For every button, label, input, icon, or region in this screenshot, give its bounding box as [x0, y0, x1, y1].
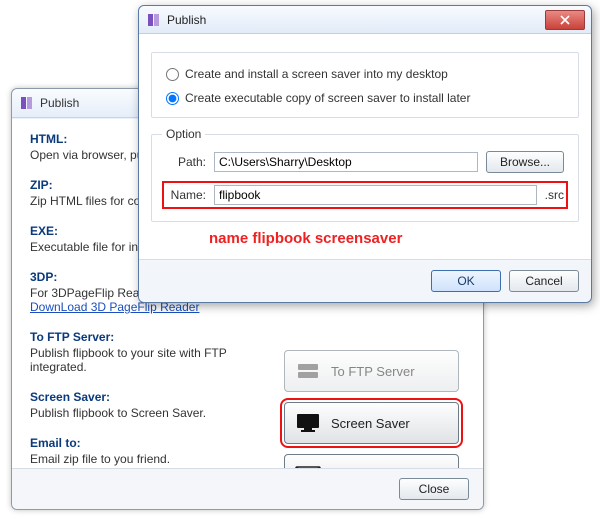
- option-desc: Email zip file to you friend.: [30, 452, 276, 466]
- option-email: Email to: Email zip file to you friend.: [30, 436, 276, 466]
- name-label: Name:: [166, 188, 206, 202]
- option-legend: Option: [162, 127, 205, 141]
- close-icon: [560, 15, 570, 25]
- option-title: Email to:: [30, 436, 276, 450]
- option-title: To FTP Server:: [30, 330, 276, 344]
- option-title: Screen Saver:: [30, 390, 276, 404]
- screen-saver-button[interactable]: Screen Saver: [284, 402, 459, 444]
- server-icon: [295, 361, 321, 381]
- close-button[interactable]: Close: [399, 478, 469, 500]
- option-fieldset: Option Path: Browse... Name: .src: [151, 134, 579, 222]
- radio-install-now-input[interactable]: [166, 68, 179, 81]
- name-input[interactable]: [214, 185, 537, 205]
- publish-screensaver-dialog: Publish Create and install a screen save…: [138, 5, 592, 303]
- path-input[interactable]: [214, 152, 478, 172]
- option-desc: Publish flipbook to Screen Saver.: [30, 406, 276, 420]
- path-label: Path:: [166, 155, 206, 169]
- option-ftp: To FTP Server: Publish flipbook to your …: [30, 330, 276, 374]
- app-icon: [20, 96, 34, 110]
- name-row: Name: .src: [166, 185, 564, 205]
- radio-label: Create and install a screen saver into m…: [185, 67, 448, 81]
- main-footer: Close: [12, 468, 483, 509]
- ok-button[interactable]: OK: [431, 270, 501, 292]
- name-extension: .src: [545, 188, 564, 202]
- annotation-text: name flipbook screensaver: [209, 230, 579, 247]
- radio-create-later-input[interactable]: [166, 92, 179, 105]
- app-icon: [147, 13, 161, 27]
- mode-radio-group: Create and install a screen saver into m…: [151, 52, 579, 118]
- cancel-button[interactable]: Cancel: [509, 270, 579, 292]
- radio-install-now[interactable]: Create and install a screen saver into m…: [166, 67, 564, 81]
- path-row: Path: Browse...: [166, 151, 564, 173]
- dialog-title: Publish: [167, 13, 545, 27]
- radio-create-later[interactable]: Create executable copy of screen saver t…: [166, 91, 564, 105]
- dialog-close-button[interactable]: [545, 10, 585, 30]
- option-screensaver: Screen Saver: Publish flipbook to Screen…: [30, 390, 276, 420]
- button-label: Screen Saver: [331, 416, 410, 431]
- button-label: To FTP Server: [331, 364, 415, 379]
- dialog-footer: OK Cancel: [139, 259, 591, 302]
- browse-button[interactable]: Browse...: [486, 151, 564, 173]
- option-desc: Publish flipbook to your site with FTP i…: [30, 346, 276, 374]
- monitor-icon: [295, 413, 321, 433]
- radio-label: Create executable copy of screen saver t…: [185, 91, 470, 105]
- ftp-server-button[interactable]: To FTP Server: [284, 350, 459, 392]
- dialog-titlebar: Publish: [139, 6, 591, 34]
- main-title: Publish: [40, 96, 79, 110]
